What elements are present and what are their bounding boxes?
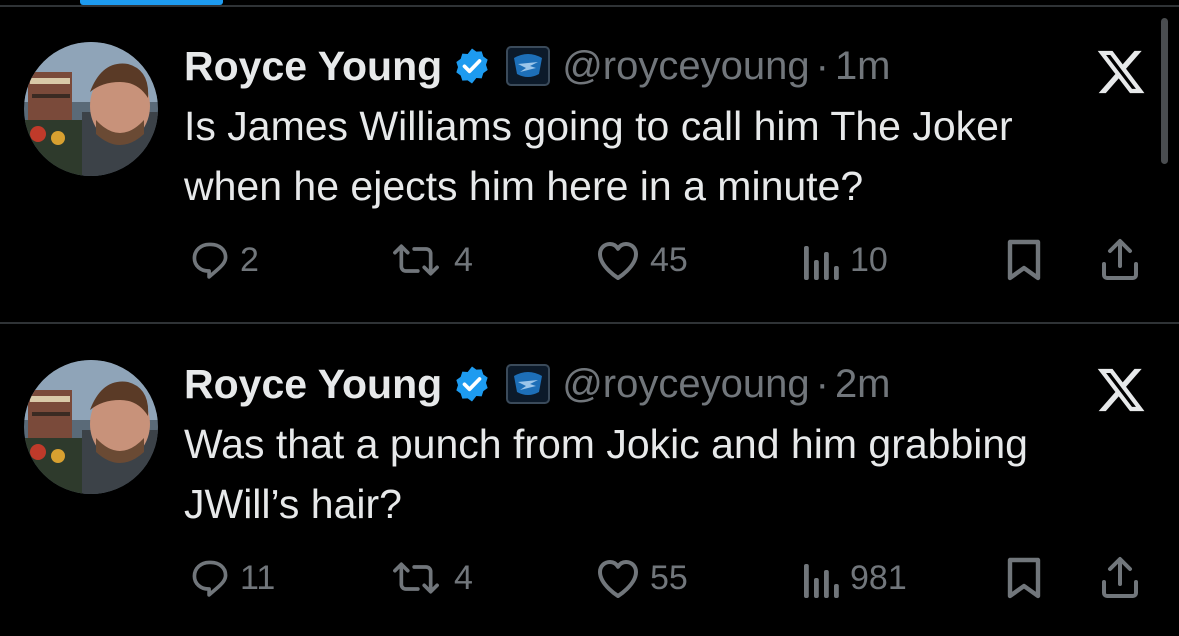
repost-button[interactable]: 4 [386,230,473,290]
share-button[interactable] [1098,548,1142,608]
tweet-header: Royce Young @royceyoung · 2m [184,356,891,412]
share-icon [1098,238,1142,282]
author-name[interactable]: Royce Young [184,361,442,408]
author-handle[interactable]: @royceyoung [562,362,809,407]
repost-icon [386,556,446,600]
bookmark-icon [1004,556,1044,600]
separator-dot: · [815,43,829,88]
reply-icon [188,556,232,600]
thunder-team-logo-icon[interactable] [506,364,551,404]
reply-button[interactable]: 2 [188,230,259,290]
separator-dot: · [815,361,829,406]
reply-count: 2 [240,240,259,279]
repost-icon [386,238,446,282]
avatar[interactable] [24,360,158,494]
tweet-text: Was that a punch from Jokic and him grab… [184,421,1028,527]
reply-button[interactable]: 11 [188,548,275,608]
share-icon [1098,556,1142,600]
tweet[interactable]: Royce Young @royceyoung · 1m Is James Wi… [0,8,1179,318]
reply-icon [188,238,232,282]
like-button[interactable]: 45 [594,230,688,290]
author-name[interactable]: Royce Young [184,43,442,90]
like-count: 45 [650,240,688,279]
tweet-header: Royce Young @royceyoung · 1m [184,38,891,94]
timestamp[interactable]: 1m [835,44,891,89]
view-count: 981 [850,558,907,597]
reply-count: 11 [240,558,276,597]
tweet-actions: 11 4 55 981 [0,548,1179,608]
verified-badge-icon [452,46,492,86]
tweet-divider [0,322,1179,324]
x-logo-icon[interactable] [1095,46,1147,98]
verified-badge-icon [452,364,492,404]
tweet[interactable]: Royce Young @royceyoung · 2m Was that a … [0,326,1179,636]
views-button[interactable]: 10 [802,230,888,290]
analytics-icon [802,556,842,600]
bookmark-icon [1004,238,1044,282]
bookmark-button[interactable] [1004,230,1044,290]
heart-icon [594,238,642,282]
avatar[interactable] [24,42,158,176]
tweet-actions: 2 4 45 10 [0,230,1179,290]
repost-count: 4 [454,240,473,279]
like-count: 55 [650,558,688,597]
thunder-team-logo-icon[interactable] [506,46,551,86]
analytics-icon [802,238,842,282]
author-handle[interactable]: @royceyoung [562,44,809,89]
repost-count: 4 [454,558,473,597]
view-count: 10 [850,240,888,279]
like-button[interactable]: 55 [594,548,688,608]
share-button[interactable] [1098,230,1142,290]
timestamp[interactable]: 2m [835,362,891,407]
heart-icon [594,556,642,600]
repost-button[interactable]: 4 [386,548,473,608]
top-divider [0,5,1179,7]
views-button[interactable]: 981 [802,548,907,608]
bookmark-button[interactable] [1004,548,1044,608]
x-logo-icon[interactable] [1095,364,1147,416]
tweet-text: Is James Williams going to call him The … [184,103,1013,209]
